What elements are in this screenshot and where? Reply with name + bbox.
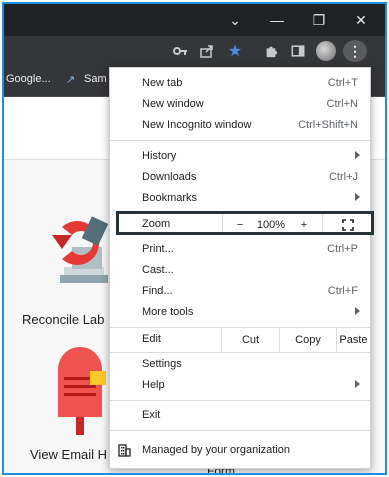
key-icon[interactable] — [170, 41, 190, 61]
shortcut-label: Ctrl+Shift+N — [298, 119, 358, 131]
menu-item-label: New window — [142, 98, 204, 110]
minimize-button[interactable]: — — [257, 4, 297, 36]
fullscreen-button[interactable] — [339, 216, 357, 234]
menu-item-label: Print... — [142, 243, 174, 255]
close-button[interactable]: ✕ — [341, 4, 381, 36]
menu-divider — [110, 400, 370, 401]
building-icon — [118, 444, 131, 457]
minimize-icon: — — [270, 12, 284, 28]
menu-item-label: Find... — [142, 285, 173, 297]
menu-item-bookmarks[interactable]: Bookmarks — [110, 189, 370, 209]
menu-divider — [110, 140, 370, 141]
chrome-menu: New tab Ctrl+T New window Ctrl+N New Inc… — [109, 67, 374, 469]
zoom-label: Zoom — [142, 218, 171, 230]
star-icon[interactable]: ★ — [225, 41, 245, 61]
menu-divider — [110, 352, 370, 353]
shortcut-label: Ctrl+P — [327, 243, 358, 255]
close-icon: ✕ — [355, 11, 367, 28]
menu-item-label: History — [142, 150, 177, 162]
menu-item-label: New tab — [142, 77, 183, 89]
plus-icon: + — [300, 219, 308, 231]
menu-item-managed[interactable]: Managed by your organization — [110, 441, 370, 461]
shortcut-label: Ctrl+N — [326, 98, 358, 110]
menu-item-new-window[interactable]: New window Ctrl+N — [110, 95, 370, 115]
shortcut-label: Ctrl+J — [328, 171, 358, 183]
fullscreen-icon — [342, 219, 354, 231]
minus-icon: − — [236, 219, 244, 231]
bookmark-item[interactable]: Google... — [6, 73, 51, 85]
bookmark-item[interactable]: Sam — [84, 73, 107, 85]
share-icon[interactable] — [197, 41, 217, 61]
menu-item-history[interactable]: History — [110, 147, 370, 167]
paste-button[interactable]: Paste — [337, 330, 370, 350]
menu-item-label: Managed by your organization — [142, 444, 290, 456]
menu-item-label: Downloads — [142, 171, 197, 183]
chevron-right-icon — [355, 380, 360, 388]
menu-item-find[interactable]: Find... Ctrl+F — [110, 282, 370, 302]
menu-item-label: Help — [142, 379, 165, 391]
divider — [322, 214, 323, 232]
menu-item-label: New Incognito window — [142, 119, 252, 131]
copy-button[interactable]: Copy — [280, 330, 336, 350]
menu-item-new-tab[interactable]: New tab Ctrl+T — [110, 74, 370, 94]
menu-item-label: Cast... — [142, 264, 174, 276]
menu-item-label: Bookmarks — [142, 192, 198, 204]
menu-divider — [110, 430, 370, 431]
tab-search-button[interactable]: ⌄ — [215, 4, 255, 36]
menu-item-help[interactable]: Help — [110, 376, 370, 396]
reconcile-app-icon[interactable] — [42, 207, 112, 297]
menu-item-label: More tools — [142, 306, 194, 318]
menu-item-more-tools[interactable]: More tools — [110, 303, 370, 323]
menu-item-label: Settings — [142, 358, 182, 370]
app-label[interactable]: Reconcile Lab — [22, 312, 104, 327]
browser-toolbar: ★ ⋮ — [4, 36, 385, 66]
menu-item-label: Edit — [142, 333, 161, 345]
cut-button[interactable]: Cut — [222, 330, 279, 350]
zoom-level: 100% — [256, 219, 286, 231]
zoom-row: Zoom − 100% + — [116, 211, 374, 235]
bookmark-icon: ↗ — [66, 74, 76, 86]
chevron-right-icon — [355, 193, 360, 201]
menu-divider — [110, 327, 370, 328]
browser-window: ⌄ — ❐ ✕ ★ ⋮ Google... ↗ Sam Reconcile La… — [2, 2, 387, 475]
restore-button[interactable]: ❐ — [299, 4, 339, 36]
side-panel-icon[interactable] — [288, 41, 308, 61]
chevron-right-icon — [355, 151, 360, 159]
menu-item-label: Exit — [142, 409, 161, 421]
edit-row: Edit Cut Copy Paste — [110, 328, 370, 352]
menu-item-print[interactable]: Print... Ctrl+P — [110, 240, 370, 260]
chevron-down-icon: ⌄ — [229, 11, 241, 28]
extensions-icon[interactable] — [261, 41, 281, 61]
title-bar: ⌄ — ❐ ✕ — [4, 4, 385, 36]
mailbox-icon[interactable] — [50, 347, 110, 437]
menu-item-cast[interactable]: Cast... — [110, 261, 370, 281]
menu-item-downloads[interactable]: Downloads Ctrl+J — [110, 168, 370, 188]
chevron-right-icon — [355, 307, 360, 315]
more-menu-icon[interactable]: ⋮ — [343, 40, 367, 62]
menu-item-settings[interactable]: Settings — [110, 355, 370, 375]
zoom-in-button[interactable]: + — [297, 216, 311, 234]
zoom-out-button[interactable]: − — [233, 216, 247, 234]
menu-item-exit[interactable]: Exit — [110, 406, 370, 426]
profile-avatar[interactable] — [316, 41, 336, 61]
shortcut-label: Ctrl+F — [327, 285, 358, 297]
divider — [222, 214, 223, 232]
shortcut-label: Ctrl+T — [327, 77, 358, 89]
app-label[interactable]: View Email H — [30, 447, 107, 462]
restore-icon: ❐ — [312, 11, 326, 28]
menu-item-incognito[interactable]: New Incognito window Ctrl+Shift+N — [110, 116, 370, 136]
